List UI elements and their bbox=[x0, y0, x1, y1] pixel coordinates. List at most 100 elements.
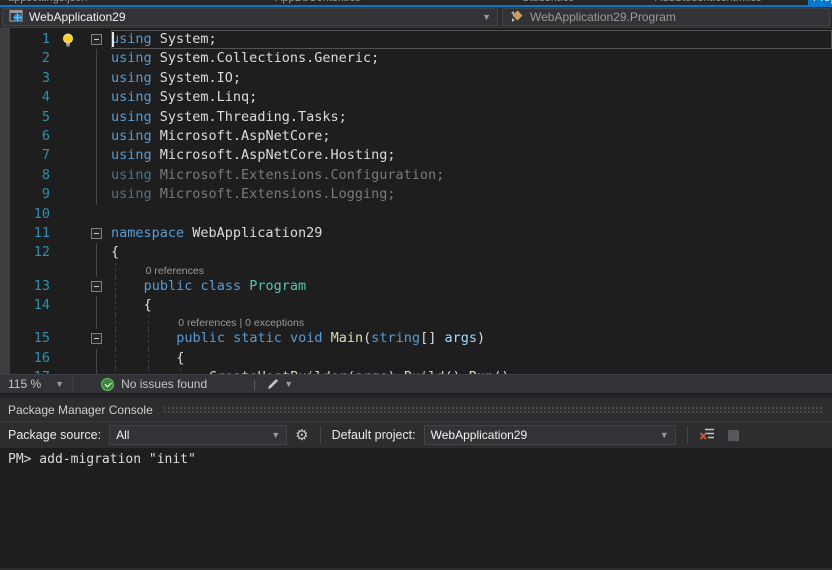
glyph-margin[interactable] bbox=[52, 263, 88, 277]
code-editor[interactable]: 1 using System; 2 using System.Collections.… bbox=[0, 28, 832, 374]
document-tab[interactable]: Student.cs bbox=[522, 0, 574, 5]
stop-button[interactable] bbox=[727, 429, 739, 441]
fold-margin[interactable] bbox=[88, 30, 111, 49]
code-content[interactable]: using Microsoft.Extensions.Configuration… bbox=[111, 166, 832, 185]
glyph-margin[interactable] bbox=[52, 185, 88, 204]
code-text: public class Program bbox=[143, 277, 307, 294]
text-caret bbox=[112, 32, 114, 48]
fold-margin[interactable] bbox=[88, 107, 111, 128]
document-tab[interactable]: AddStudent.cshtml.cs bbox=[655, 0, 761, 5]
fold-margin[interactable] bbox=[88, 348, 111, 369]
line-number: 8 bbox=[41, 166, 50, 183]
fold-margin[interactable] bbox=[88, 49, 111, 70]
document-tab[interactable]: AppDbContext.cs bbox=[275, 0, 361, 5]
glyph-margin[interactable] bbox=[52, 146, 88, 165]
indent-guide bbox=[115, 276, 116, 297]
glyph-margin[interactable] bbox=[52, 368, 88, 374]
line-number: 14 bbox=[33, 297, 50, 314]
code-text: using System.IO; bbox=[111, 69, 242, 86]
glyph-margin[interactable] bbox=[52, 166, 88, 185]
pmc-title: Package Manager Console bbox=[8, 402, 153, 417]
code-content[interactable]: using Microsoft.AspNetCore.Hosting; bbox=[111, 146, 832, 165]
code-content[interactable]: using System.Collections.Generic; bbox=[111, 49, 832, 68]
fold-margin[interactable] bbox=[88, 88, 111, 108]
chevron-down-icon: ▼ bbox=[55, 379, 65, 389]
glyph-margin[interactable] bbox=[52, 315, 88, 329]
fold-margin[interactable] bbox=[88, 296, 111, 316]
package-source-settings-button[interactable]: ⚙ bbox=[295, 428, 308, 443]
code-content[interactable]: using System; bbox=[111, 30, 832, 50]
glyph-margin[interactable] bbox=[52, 88, 88, 107]
document-tab[interactable]: appsettings.json bbox=[8, 0, 88, 5]
fold-margin[interactable] bbox=[88, 68, 111, 89]
type-dropdown[interactable]: WebApplication29.Program bbox=[502, 8, 830, 26]
code-cleanup-button[interactable]: ▼ bbox=[266, 377, 293, 391]
fold-margin[interactable] bbox=[88, 126, 111, 147]
fold-margin[interactable] bbox=[88, 185, 111, 205]
fold-margin[interactable] bbox=[88, 243, 111, 264]
fold-margin[interactable] bbox=[88, 224, 111, 243]
line-number bbox=[0, 263, 52, 277]
glyph-margin[interactable] bbox=[52, 30, 88, 49]
project-dropdown[interactable]: WebApplication29 ▼ bbox=[2, 8, 498, 26]
indent-guide bbox=[147, 329, 149, 349]
document-tab[interactable]: Program.cs bbox=[808, 0, 832, 5]
project-dropdown-value: WebApplication29 bbox=[29, 10, 126, 24]
code-content[interactable]: { bbox=[111, 243, 832, 262]
console-prompt-line: PM> add-migration "init" bbox=[8, 452, 196, 467]
code-content[interactable]: CreateHostBuilder(args).Build().Run(); bbox=[111, 368, 832, 374]
code-content[interactable]: 0 references bbox=[111, 262, 832, 277]
code-content[interactable] bbox=[111, 205, 832, 224]
glyph-margin[interactable] bbox=[52, 243, 88, 262]
chevron-down-icon: ▼ bbox=[482, 12, 491, 22]
code-content[interactable]: public static void Main(string[] args) bbox=[111, 329, 832, 349]
fold-margin[interactable] bbox=[88, 205, 111, 224]
pmc-console[interactable]: PM> add-migration "init" bbox=[0, 448, 832, 568]
fold-margin[interactable] bbox=[88, 146, 111, 167]
glyph-margin[interactable] bbox=[52, 329, 88, 348]
default-project-dropdown[interactable]: WebApplication29 ▼ bbox=[423, 425, 676, 445]
fold-margin[interactable] bbox=[88, 329, 111, 348]
glyph-margin[interactable] bbox=[52, 224, 88, 243]
codelens-row: 0 references bbox=[0, 262, 832, 277]
fold-collapse-box[interactable] bbox=[91, 34, 102, 45]
code-content[interactable]: namespace WebApplication29 bbox=[111, 224, 832, 243]
glyph-margin[interactable] bbox=[52, 349, 88, 368]
pmc-toolbar: Package source: All ▼ ⚙ Default project:… bbox=[0, 422, 832, 448]
line-number: 11 bbox=[33, 224, 50, 241]
code-content[interactable]: using Microsoft.Extensions.Logging; bbox=[111, 185, 832, 204]
code-line: 10 bbox=[0, 205, 832, 224]
glyph-margin[interactable] bbox=[52, 49, 88, 68]
code-content[interactable]: { bbox=[111, 296, 832, 316]
fold-margin[interactable] bbox=[88, 165, 111, 186]
code-content[interactable]: 0 references | 0 exceptions bbox=[111, 315, 832, 330]
glyph-margin[interactable] bbox=[52, 69, 88, 88]
glyph-margin[interactable] bbox=[52, 277, 88, 296]
glyph-margin[interactable] bbox=[52, 205, 88, 224]
fold-margin[interactable] bbox=[88, 315, 111, 330]
clear-console-button[interactable] bbox=[699, 426, 716, 444]
zoom-selector[interactable]: 115 % ▼ bbox=[0, 375, 74, 393]
code-content[interactable]: { bbox=[111, 348, 832, 369]
glyph-margin[interactable] bbox=[52, 108, 88, 127]
code-content[interactable]: public class Program bbox=[111, 276, 832, 297]
code-content[interactable]: using System.Threading.Tasks; bbox=[111, 108, 832, 127]
fold-margin[interactable] bbox=[88, 368, 111, 374]
fold-collapse-box[interactable] bbox=[91, 227, 102, 239]
pmc-title-bar[interactable]: Package Manager Console bbox=[0, 398, 832, 422]
code-content[interactable]: using System.IO; bbox=[111, 69, 832, 88]
codelens-text[interactable]: 0 references | 0 exceptions bbox=[111, 317, 304, 329]
no-issues-check-icon[interactable] bbox=[101, 377, 115, 391]
code-content[interactable]: using System.Linq; bbox=[111, 88, 832, 107]
fold-collapse-box[interactable] bbox=[91, 333, 102, 345]
code-line: 7 using Microsoft.AspNetCore.Hosting; bbox=[0, 146, 832, 167]
fold-margin[interactable] bbox=[88, 262, 111, 277]
code-content[interactable]: using Microsoft.AspNetCore; bbox=[111, 127, 832, 146]
glyph-margin[interactable] bbox=[52, 296, 88, 315]
package-source-dropdown[interactable]: All ▼ bbox=[109, 425, 288, 445]
fold-collapse-box[interactable] bbox=[91, 280, 102, 292]
glyph-margin[interactable] bbox=[52, 127, 88, 146]
codelens-text[interactable]: 0 references bbox=[111, 265, 204, 277]
fold-margin[interactable] bbox=[88, 277, 111, 296]
code-text: using Microsoft.AspNetCore.Hosting; bbox=[111, 147, 396, 164]
